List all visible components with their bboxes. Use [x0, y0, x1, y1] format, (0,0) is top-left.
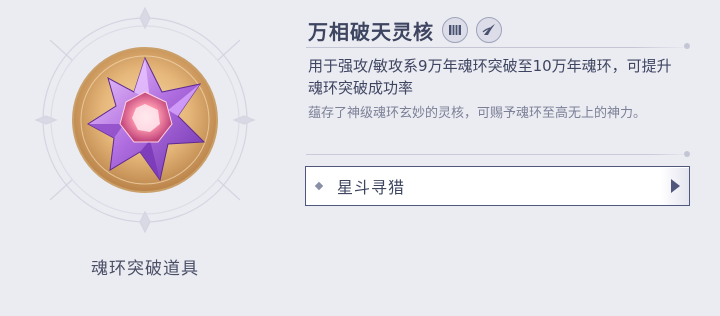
item-flavor-text: 蕴存了神级魂环玄妙的灵核，可赐予魂环至高无上的神力。	[308, 106, 647, 121]
play-arrow-icon	[661, 167, 689, 205]
title-row: 万相破天灵核	[308, 14, 502, 46]
attack-class-icon[interactable]	[442, 17, 468, 43]
item-effect: 用于强攻/敏攻系9万年魂环突破至10万年魂环，可提升魂环突破成功率	[308, 57, 672, 97]
item-type-label: 魂环突破道具	[91, 259, 199, 279]
source-button[interactable]: 星斗寻猎	[305, 166, 690, 206]
source-label: 星斗寻猎	[337, 178, 406, 197]
divider-top-end	[684, 43, 690, 49]
divider-bottom-end	[684, 151, 690, 157]
item-name: 万相破天灵核	[308, 19, 434, 44]
divider-top	[306, 47, 690, 48]
divider-bottom	[306, 154, 690, 155]
item-detail-page: 魂环突破道具 万相破天灵核 用于强攻/敏攻系9万年魂环突破至10万年魂环，可提升…	[0, 0, 720, 316]
item-artwork: 魂环突破道具	[0, 0, 290, 316]
agility-class-icon[interactable]	[476, 17, 502, 43]
diamond-bullet-icon	[314, 181, 324, 191]
